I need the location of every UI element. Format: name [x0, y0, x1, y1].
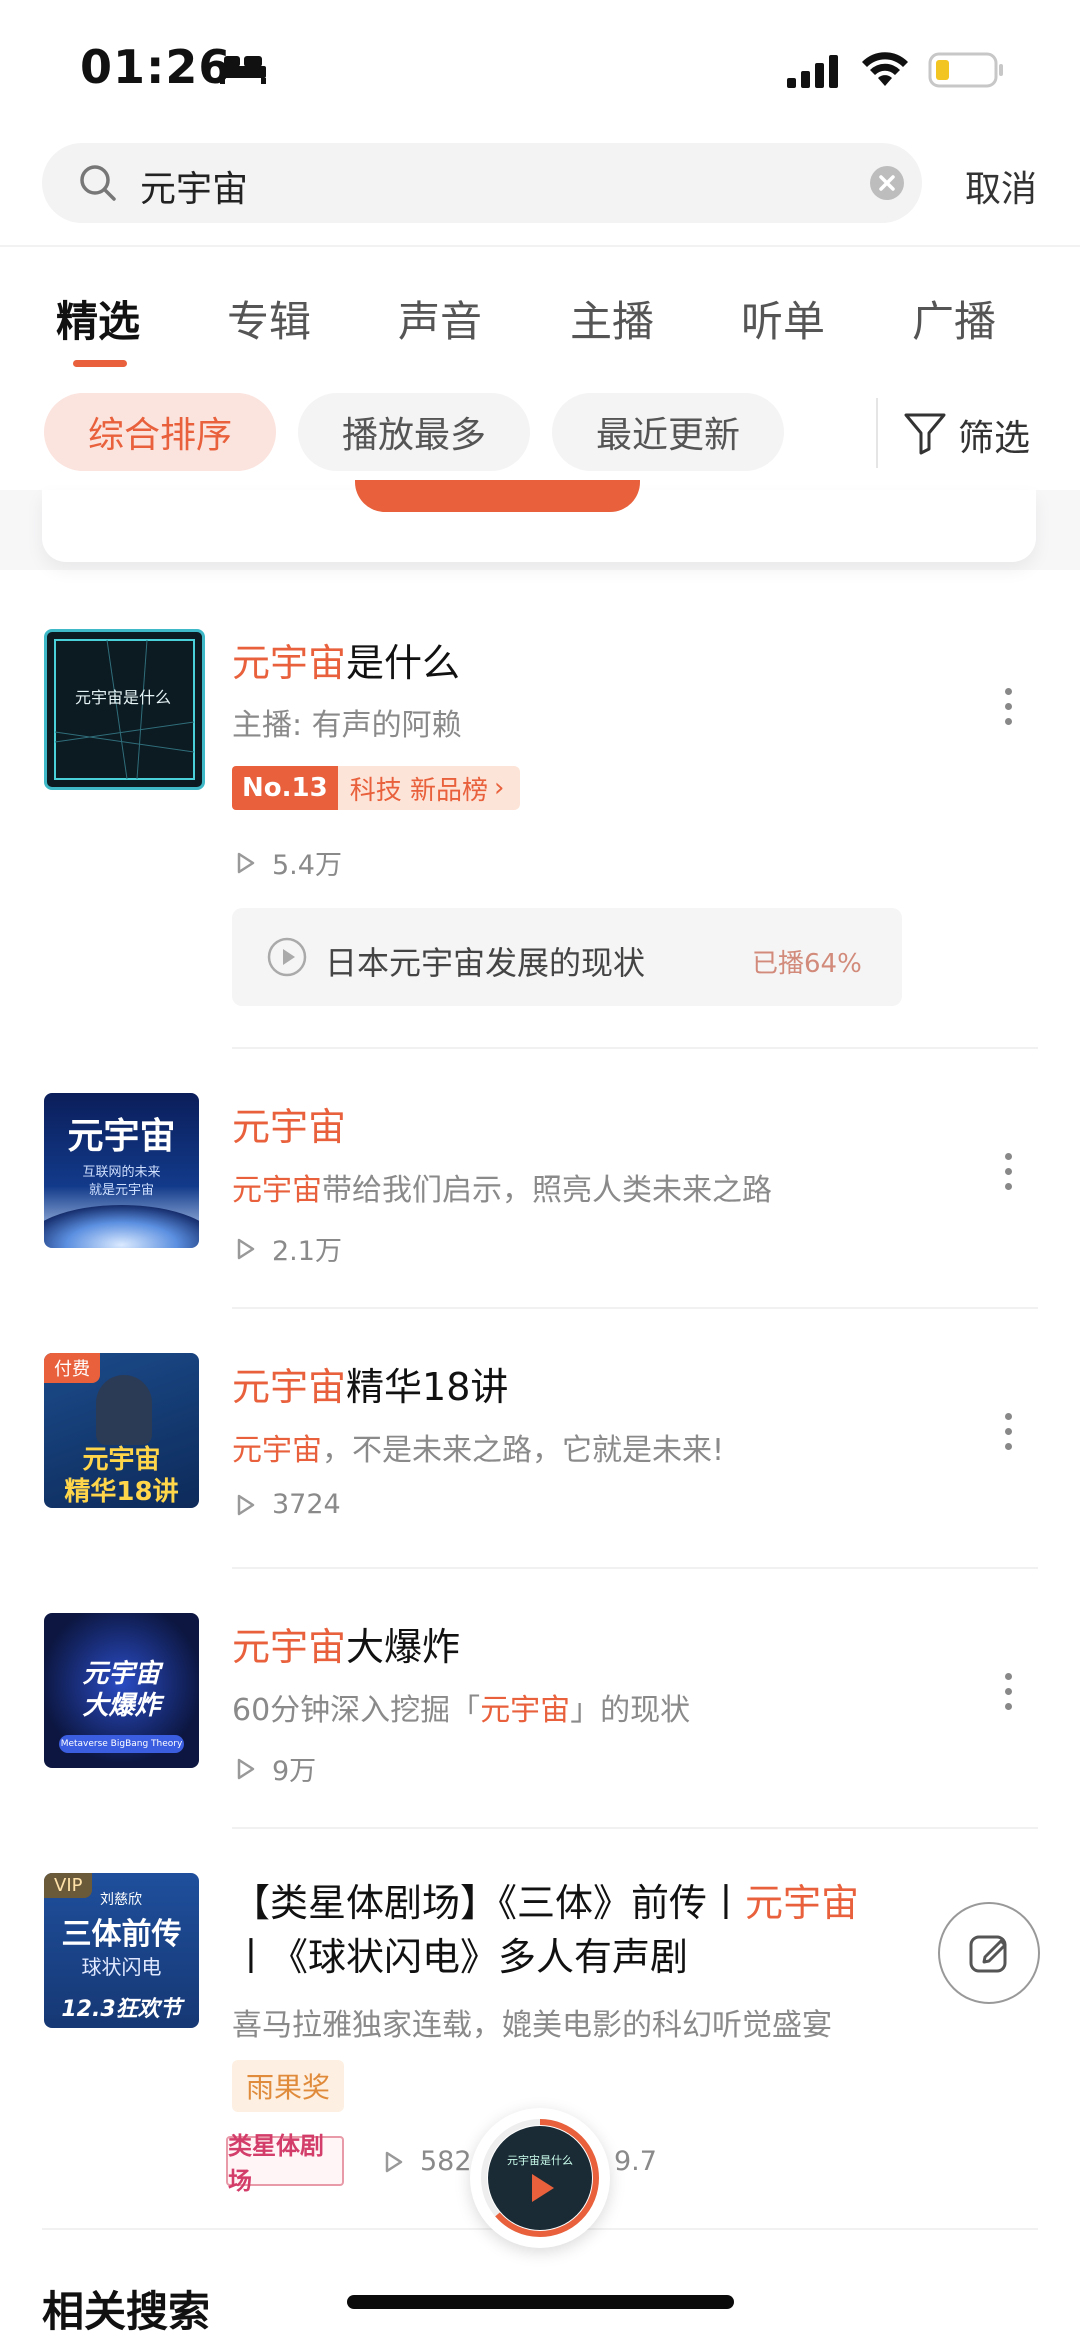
- cover-title: 精华18讲: [64, 1477, 179, 1507]
- album-cover[interactable]: VIP 刘慈欣 三体前传 球状闪电 12.3狂欢节: [44, 1873, 199, 2028]
- recent-track-progress: 已播64%: [752, 949, 862, 979]
- result-title[interactable]: 元宇宙大爆炸: [232, 1616, 460, 1671]
- play-icon: [237, 1758, 255, 1779]
- search-input[interactable]: 元宇宙: [140, 160, 248, 212]
- chevron-right-icon: ›: [493, 773, 505, 803]
- cover-title: 元宇宙是什么: [74, 688, 171, 707]
- result-description: 元宇宙带给我们启示，照亮人类未来之路: [232, 1173, 772, 1208]
- status-time: 01:26: [80, 40, 232, 94]
- sort-comprehensive-chip[interactable]: 综合排序: [44, 393, 276, 471]
- tab-sounds[interactable]: 声音: [398, 288, 482, 349]
- result-title[interactable]: 【类星体剧场】《三体》前传丨元宇宙 丨《球状闪电》多人有声剧: [232, 1876, 912, 1984]
- play-icon: [532, 2174, 554, 2202]
- result-title[interactable]: 元宇宙: [232, 1096, 346, 1151]
- cover-subtitle: 就是元宇宙: [88, 1183, 154, 1198]
- mini-player-cover-text: 元宇宙是什么: [507, 2154, 573, 2167]
- mini-player-cover: 元宇宙是什么: [488, 2126, 592, 2230]
- list-divider: [232, 1307, 1038, 1309]
- result-title[interactable]: 元宇宙是什么: [232, 632, 460, 687]
- result-description: 元宇宙，不是未来之路，它就是未来!: [232, 1433, 725, 1468]
- mini-player[interactable]: 元宇宙是什么: [470, 2108, 610, 2248]
- cover-title: 元宇宙: [67, 1116, 176, 1157]
- tab-radio[interactable]: 广播: [912, 288, 996, 349]
- play-circle-icon[interactable]: [266, 936, 308, 982]
- sort-recent-chip[interactable]: 最近更新: [552, 393, 784, 471]
- play-icon: [237, 1494, 255, 1515]
- play-count: 582: [380, 2146, 472, 2177]
- cover-title: 三体前传: [61, 1917, 182, 1952]
- cover-promo: 12.3狂欢节: [61, 1997, 182, 2022]
- rank-label: 科技 新品榜 ›: [337, 766, 521, 810]
- cover-title: 大爆炸: [82, 1691, 161, 1721]
- brand-label[interactable]: 类星体剧场: [226, 2132, 344, 2195]
- more-icon[interactable]: [996, 688, 1020, 725]
- result-description: 喜马拉雅独家连载，媲美电影的科幻听觉盛宴: [232, 2008, 832, 2043]
- album-cover[interactable]: 元宇宙是什么: [44, 629, 205, 790]
- play-count: 9万: [232, 1749, 316, 1788]
- cover-author: 刘慈欣: [100, 1892, 142, 1908]
- related-search-heading: 相关搜索: [42, 2287, 211, 2336]
- tab-albums[interactable]: 专辑: [227, 288, 311, 349]
- play-icon: [237, 1238, 255, 1259]
- search-icon: [78, 163, 118, 207]
- play-icon: [385, 2151, 403, 2172]
- score-value: 9.7: [614, 2146, 657, 2177]
- play-count: 3724: [232, 1489, 341, 1520]
- signal-icon: [785, 52, 841, 94]
- tab-indicator: [73, 360, 127, 367]
- play-count: 2.1万: [232, 1229, 342, 1268]
- more-icon[interactable]: [996, 1413, 1020, 1450]
- tab-selected[interactable]: 精选: [56, 288, 140, 349]
- result-description: 60分钟深入挖掘「元宇宙」的现状: [232, 1693, 691, 1728]
- vip-badge: VIP: [44, 1873, 93, 1898]
- tab-hosts[interactable]: 主播: [570, 288, 654, 349]
- filter-separator: [876, 398, 878, 468]
- edit-icon: [969, 1935, 1007, 1973]
- battery-icon: [928, 50, 1006, 94]
- cancel-button[interactable]: 取消: [965, 160, 1037, 212]
- play-count: 5.4万: [232, 843, 342, 882]
- result-anchor[interactable]: 主播: 有声的阿赖: [232, 700, 462, 744]
- tab-playlists[interactable]: 听单: [741, 288, 825, 349]
- clear-icon[interactable]: [869, 165, 905, 205]
- header-divider: [0, 245, 1080, 247]
- list-divider: [232, 1567, 1038, 1569]
- more-icon[interactable]: [996, 1673, 1020, 1710]
- play-icon: [237, 852, 255, 873]
- album-cover[interactable]: 元宇宙 互联网的未来 就是元宇宙: [44, 1093, 199, 1248]
- album-cover[interactable]: 元宇宙 大爆炸 Metaverse BigBang Theory: [44, 1613, 199, 1768]
- cover-subtitle: 互联网的未来: [82, 1165, 161, 1180]
- rank-number: No.13: [232, 766, 338, 810]
- list-divider: [232, 1047, 1038, 1049]
- planet-graphic: [44, 1205, 199, 1248]
- sleep-mode-icon: [218, 52, 268, 84]
- sort-most-played-chip[interactable]: 播放最多: [298, 393, 530, 471]
- cover-caption: Metaverse BigBang Theory: [59, 1735, 184, 1753]
- home-indicator[interactable]: [347, 2295, 734, 2309]
- wifi-icon: [860, 50, 910, 94]
- edit-floating-button[interactable]: [938, 1902, 1040, 2004]
- presenter-figure: [96, 1375, 152, 1445]
- result-title[interactable]: 元宇宙精华18讲: [232, 1356, 508, 1411]
- recent-track-title: 日本元宇宙发展的现状: [325, 944, 646, 982]
- previous-card-button-remnant: [355, 480, 640, 512]
- list-divider: [232, 1827, 1038, 1829]
- cover-subtitle: 球状闪电: [81, 1955, 162, 1979]
- more-icon[interactable]: [996, 1153, 1020, 1190]
- filter-icon[interactable]: [902, 410, 948, 460]
- award-tag: 雨果奖: [232, 2060, 345, 2112]
- paid-badge: 付费: [44, 1353, 100, 1383]
- rank-badge[interactable]: No.13 科技 新品榜 ›: [232, 766, 521, 810]
- filter-button[interactable]: 筛选: [958, 409, 1030, 461]
- album-cover[interactable]: 付费 元宇宙 精华18讲: [44, 1353, 199, 1508]
